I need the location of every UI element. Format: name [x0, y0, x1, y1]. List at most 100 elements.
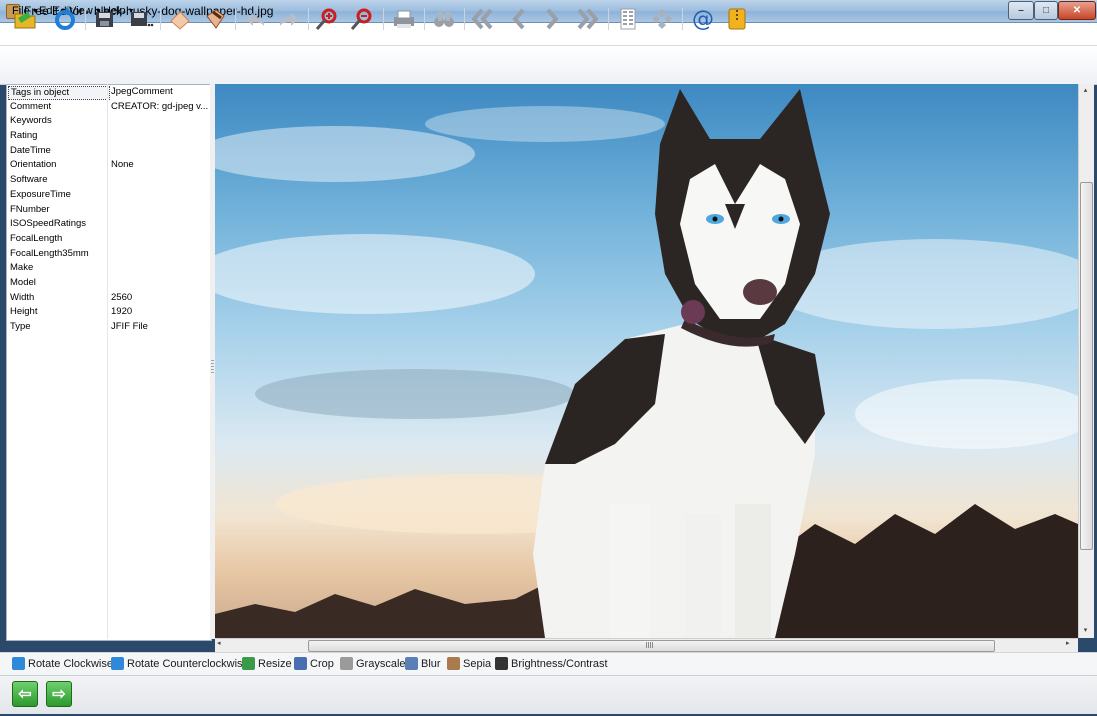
property-name: FNumber	[10, 203, 50, 215]
redo-icon[interactable]	[274, 4, 304, 34]
property-name: Orientation	[10, 159, 57, 171]
property-name: FocalLength35mm	[10, 247, 89, 259]
effect-button[interactable]: Rotate Clockwise	[12, 657, 113, 670]
property-name: Type	[10, 321, 31, 332]
effect-label: Brightness/Contrast	[511, 657, 608, 670]
property-row[interactable]: DateTime	[7, 144, 211, 159]
first-icon[interactable]	[468, 4, 498, 34]
scroll-down-arrow-icon[interactable]: ▾	[1080, 626, 1091, 636]
eraser-icon[interactable]	[165, 4, 195, 34]
property-value: CREATOR: gd-jpeg v...	[111, 100, 209, 112]
scroll-left-arrow-icon[interactable]: ◂	[217, 639, 227, 651]
minimize-button[interactable]: –	[1008, 1, 1034, 20]
property-row[interactable]: FocalLength35mm	[7, 247, 211, 262]
archive-icon[interactable]	[722, 4, 752, 34]
property-row[interactable]: FNumber	[7, 203, 211, 218]
bottom-bar	[0, 675, 1097, 714]
property-name: Model	[10, 276, 36, 288]
save-as-icon[interactable]	[126, 4, 156, 34]
property-list: Comment CREATOR: gd-jpeg v... Keywords Rati…	[7, 100, 211, 335]
splitter-grip-icon[interactable]	[211, 360, 214, 374]
property-row[interactable]: ExposureTime	[7, 188, 211, 203]
effect-button[interactable]: Resize	[242, 657, 292, 670]
effect-label: Grayscale	[356, 657, 406, 670]
rotate-cw-icon	[12, 657, 25, 670]
property-name: Width	[10, 291, 35, 303]
effect-button[interactable]: Blur	[405, 657, 441, 670]
scroll-right-arrow-icon[interactable]: ▸	[1066, 639, 1076, 651]
save-icon[interactable]	[90, 4, 120, 34]
print-icon[interactable]	[389, 4, 419, 34]
effect-button[interactable]: Grayscale	[340, 657, 406, 670]
arrow-left-icon: ⇦	[18, 686, 32, 703]
property-name: ISOSpeedRatings	[10, 218, 87, 230]
svg-text:@: @	[692, 7, 714, 32]
previous-icon[interactable]	[504, 4, 534, 34]
forward-button[interactable]: ⇨	[46, 681, 72, 707]
property-name: Comment	[10, 100, 52, 112]
back-button[interactable]: ⇦	[12, 681, 38, 707]
property-row[interactable]: Rating	[7, 129, 211, 144]
maximize-button[interactable]: □	[1034, 1, 1058, 20]
toolbar-separator	[424, 8, 425, 30]
effect-label: Crop	[310, 657, 334, 670]
close-button[interactable]: ✕	[1058, 1, 1096, 20]
blur-icon	[405, 657, 418, 670]
husky-photo	[215, 89, 1078, 638]
toolbar-separator	[608, 8, 609, 30]
property-row[interactable]: Width 2560	[7, 291, 211, 306]
property-value: None	[111, 159, 134, 171]
property-row[interactable]: Comment CREATOR: gd-jpeg v...	[7, 100, 211, 115]
grayscale-icon	[340, 657, 353, 670]
property-row[interactable]: Model	[7, 276, 211, 291]
property-row[interactable]: Make	[7, 261, 211, 276]
property-name: Software	[10, 174, 48, 186]
last-icon[interactable]	[572, 4, 602, 34]
property-name: ExposureTime	[10, 188, 71, 200]
scroll-up-arrow-icon[interactable]: ▴	[1080, 86, 1091, 96]
property-row[interactable]: Orientation None	[7, 158, 211, 173]
property-value: JFIF File	[111, 321, 148, 332]
property-name: Make	[10, 262, 34, 274]
sepia-icon	[447, 657, 460, 670]
image-canvas[interactable]	[215, 84, 1078, 638]
toolbar-separator	[235, 8, 236, 30]
property-row[interactable]: Height 1920	[7, 305, 211, 320]
rotate-ccw-icon	[111, 657, 124, 670]
property-row[interactable]: FocalLength	[7, 232, 211, 247]
zoom-in-icon[interactable]	[312, 4, 342, 34]
property-row[interactable]: Keywords	[7, 114, 211, 129]
zoom-out-icon[interactable]	[347, 4, 377, 34]
effect-label: Resize	[258, 657, 292, 670]
effect-label: Rotate Clockwise	[28, 657, 113, 670]
vertical-scroll-thumb[interactable]	[1080, 182, 1093, 550]
undo-icon[interactable]	[240, 4, 270, 34]
property-name: FocalLength	[10, 232, 63, 244]
property-column-header: Tags in object	[8, 86, 110, 100]
property-row[interactable]: Type JFIF File	[7, 320, 211, 335]
binoculars-icon[interactable]	[429, 4, 459, 34]
effect-button[interactable]: Brightness/Contrast	[495, 657, 608, 670]
effect-button[interactable]: Sepia	[447, 657, 491, 670]
property-row[interactable]: ISOSpeedRatings	[7, 217, 211, 232]
property-row[interactable]: Software	[7, 173, 211, 188]
effect-button[interactable]: Crop	[294, 657, 334, 670]
open-folder-icon[interactable]	[10, 4, 40, 34]
fit-icon[interactable]	[647, 4, 677, 34]
effect-label: Blur	[421, 657, 441, 670]
resize-icon	[242, 657, 255, 670]
paste-icon[interactable]	[200, 4, 230, 34]
grid-icon[interactable]	[613, 4, 643, 34]
scroll-grip-icon	[646, 642, 654, 648]
email-icon[interactable]: @	[688, 4, 718, 34]
property-name: DateTime	[10, 144, 51, 156]
brightness-contrast-icon	[495, 657, 508, 670]
refresh-icon[interactable]	[50, 4, 80, 34]
arrow-right-icon: ⇨	[52, 686, 66, 703]
property-name: Keywords	[10, 115, 52, 127]
next-icon[interactable]	[537, 4, 567, 34]
properties-header-row[interactable]: Tags in object JpegComment	[7, 85, 211, 100]
column-divider	[107, 84, 108, 639]
toolbar	[0, 46, 1097, 85]
effect-button[interactable]: Rotate Counterclockwise	[111, 657, 249, 670]
